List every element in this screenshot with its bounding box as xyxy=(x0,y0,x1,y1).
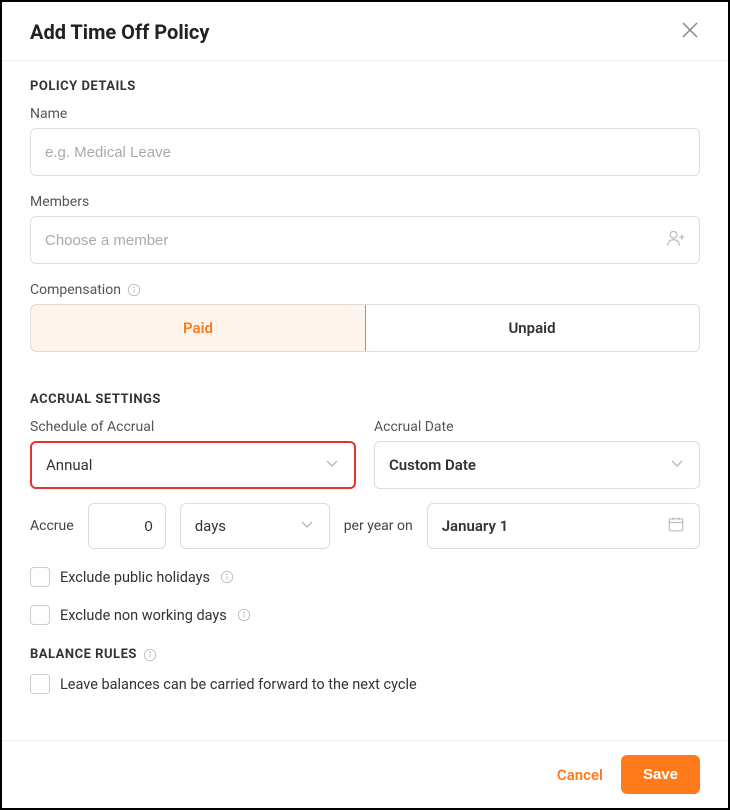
exclude-holidays-checkbox[interactable] xyxy=(30,567,50,587)
compensation-label: Compensation xyxy=(30,282,700,298)
modal-header: Add Time Off Policy xyxy=(2,2,728,61)
name-field-group: Name xyxy=(30,106,700,176)
accrue-row: Accrue days per year on January 1 xyxy=(30,503,700,549)
schedule-value: Annual xyxy=(46,456,92,474)
accrual-selects-row: Schedule of Accrual Annual Accrual Date … xyxy=(30,419,700,489)
compensation-paid[interactable]: Paid xyxy=(30,304,366,352)
modal-footer: Cancel Save xyxy=(2,740,728,808)
schedule-label: Schedule of Accrual xyxy=(30,419,356,435)
schedule-select[interactable]: Annual xyxy=(30,441,356,489)
add-member-icon[interactable] xyxy=(666,228,686,252)
info-icon[interactable] xyxy=(237,608,251,622)
members-label: Members xyxy=(30,194,700,210)
close-icon xyxy=(680,20,700,40)
accrue-amount-input[interactable] xyxy=(88,503,166,549)
accrue-label: Accrue xyxy=(30,518,74,534)
balance-rules-heading: BALANCE RULES xyxy=(30,647,700,662)
members-input[interactable] xyxy=(30,216,700,264)
exclude-holidays-row: Exclude public holidays xyxy=(30,567,700,587)
info-icon[interactable] xyxy=(220,570,234,584)
chevron-down-icon xyxy=(324,455,340,475)
exclude-holidays-label: Exclude public holidays xyxy=(60,569,210,586)
close-button[interactable] xyxy=(680,20,700,44)
accrual-settings-heading: ACCRUAL SETTINGS xyxy=(30,392,700,407)
compensation-field-group: Compensation Paid Unpaid xyxy=(30,282,700,352)
accrue-unit-select[interactable]: days xyxy=(180,503,330,549)
members-field-group: Members xyxy=(30,194,700,264)
carry-forward-row: Leave balances can be carried forward to… xyxy=(30,674,700,694)
accrual-date-label: Accrual Date xyxy=(374,419,700,435)
calendar-icon xyxy=(667,515,685,537)
per-year-date-picker[interactable]: January 1 xyxy=(427,503,700,549)
info-icon[interactable] xyxy=(127,283,141,297)
exclude-nonworking-checkbox[interactable] xyxy=(30,605,50,625)
modal-title: Add Time Off Policy xyxy=(30,20,209,44)
cancel-button[interactable]: Cancel xyxy=(557,766,603,784)
exclude-nonworking-label: Exclude non working days xyxy=(60,607,227,624)
carry-forward-checkbox[interactable] xyxy=(30,674,50,694)
name-input[interactable] xyxy=(30,128,700,176)
name-label: Name xyxy=(30,106,700,122)
info-icon[interactable] xyxy=(143,648,157,662)
carry-forward-label: Leave balances can be carried forward to… xyxy=(60,676,417,693)
accrue-unit-value: days xyxy=(195,517,226,535)
chevron-down-icon xyxy=(669,455,685,475)
accrual-date-select[interactable]: Custom Date xyxy=(374,441,700,489)
chevron-down-icon xyxy=(299,516,315,536)
policy-details-heading: POLICY DETAILS xyxy=(30,79,700,94)
per-year-date-value: January 1 xyxy=(442,517,509,535)
exclude-nonworking-row: Exclude non working days xyxy=(30,605,700,625)
accrual-date-value: Custom Date xyxy=(389,456,476,474)
compensation-toggle: Paid Unpaid xyxy=(30,304,700,352)
per-year-label: per year on xyxy=(344,518,413,534)
compensation-unpaid[interactable]: Unpaid xyxy=(365,305,699,351)
save-button[interactable]: Save xyxy=(621,755,700,794)
modal-content: POLICY DETAILS Name Members Compensation… xyxy=(2,61,728,694)
